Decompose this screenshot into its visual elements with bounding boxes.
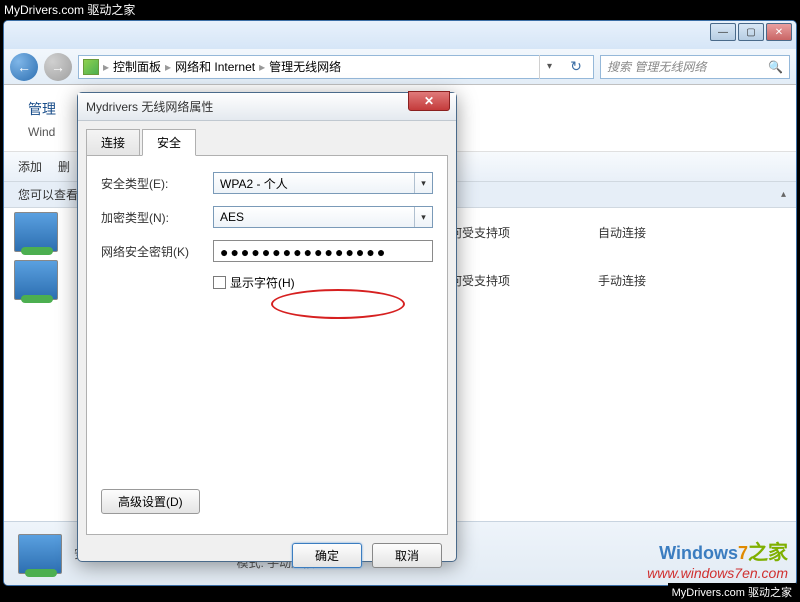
cancel-button[interactable]: 取消 (372, 543, 442, 568)
nav-toolbar: ← → ▸ 控制面板 ▸ 网络和 Internet ▸ 管理无线网络 ▾ ↻ 搜… (4, 49, 796, 85)
network-connect-mode: 自动连接 (598, 224, 718, 241)
tab-security[interactable]: 安全 (142, 129, 196, 156)
network-icon (14, 260, 58, 300)
address-icon (83, 59, 99, 75)
show-chars-checkbox[interactable] (213, 276, 226, 289)
network-connect-mode: 手动连接 (598, 272, 718, 289)
chevron-down-icon: ▾ (414, 173, 432, 193)
show-chars-label: 显示字符(H) (230, 274, 295, 291)
network-support: 任何受支持项 (438, 272, 598, 289)
watermark-logo: Windows7之家 (659, 536, 788, 565)
annotation-highlight-ring (271, 289, 405, 319)
details-icon (18, 534, 62, 574)
window-close-button[interactable]: ✕ (766, 23, 792, 41)
breadcrumb-sep: ▸ (259, 60, 265, 74)
security-type-label: 安全类型(E): (101, 175, 213, 192)
address-dropdown[interactable]: ▾ (539, 55, 559, 79)
bottom-caption: MyDrivers.com 驱动之家 (668, 583, 796, 601)
tab-connect[interactable]: 连接 (86, 129, 140, 156)
dialog-panel: 安全类型(E): WPA2 - 个人 ▾ 加密类型(N): AES ▾ 网络安全… (86, 155, 448, 535)
window-minimize-button[interactable]: — (710, 23, 736, 41)
security-type-combo[interactable]: WPA2 - 个人 ▾ (213, 172, 433, 194)
security-type-value: WPA2 - 个人 (220, 175, 288, 192)
ok-button[interactable]: 确定 (292, 543, 362, 568)
network-support: 任何受支持项 (438, 224, 598, 241)
address-bar[interactable]: ▸ 控制面板 ▸ 网络和 Internet ▸ 管理无线网络 ▾ ↻ (78, 55, 594, 79)
chevron-up-icon: ▴ (781, 189, 786, 200)
breadcrumb-item[interactable]: 管理无线网络 (269, 58, 341, 75)
filter-label: 您可以查看 (18, 186, 78, 203)
network-key-label: 网络安全密钥(K) (101, 243, 213, 260)
network-icon (14, 212, 58, 252)
dialog-tabs: 连接 安全 (86, 129, 448, 156)
window-titlebar: — ▢ ✕ (4, 21, 796, 49)
dialog-title: Mydrivers 无线网络属性 (86, 98, 213, 115)
dialog-close-button[interactable]: ✕ (408, 91, 450, 111)
nav-forward-button[interactable]: → (44, 53, 72, 81)
search-placeholder: 搜索 管理无线网络 (607, 58, 706, 75)
properties-dialog: Mydrivers 无线网络属性 ✕ 连接 安全 安全类型(E): WPA2 -… (77, 92, 457, 562)
breadcrumb-item[interactable]: 网络和 Internet (175, 58, 255, 75)
search-icon[interactable]: 🔍 (768, 60, 783, 74)
toolbar-add-button[interactable]: 添加 (18, 158, 42, 175)
breadcrumb-sep: ▸ (103, 60, 109, 74)
encryption-type-combo[interactable]: AES ▾ (213, 206, 433, 228)
nav-back-button[interactable]: ← (10, 53, 38, 81)
toolbar-remove-button[interactable]: 删 (58, 158, 70, 175)
chevron-down-icon: ▾ (414, 207, 432, 227)
address-refresh-button[interactable]: ↻ (563, 55, 589, 79)
encryption-type-label: 加密类型(N): (101, 209, 213, 226)
window-maximize-button[interactable]: ▢ (738, 23, 764, 41)
watermark-url: www.windows7en.com (647, 565, 788, 581)
breadcrumb-item[interactable]: 控制面板 (113, 58, 161, 75)
page-watermark-top: MyDrivers.com 驱动之家 (0, 0, 800, 20)
breadcrumb-sep: ▸ (165, 60, 171, 74)
dialog-titlebar: Mydrivers 无线网络属性 ✕ (78, 93, 456, 121)
advanced-settings-button[interactable]: 高级设置(D) (101, 489, 200, 514)
search-input[interactable]: 搜索 管理无线网络 🔍 (600, 55, 790, 79)
network-key-input[interactable]: ●●●●●●●●●●●●●●●● (213, 240, 433, 262)
encryption-type-value: AES (220, 210, 244, 224)
